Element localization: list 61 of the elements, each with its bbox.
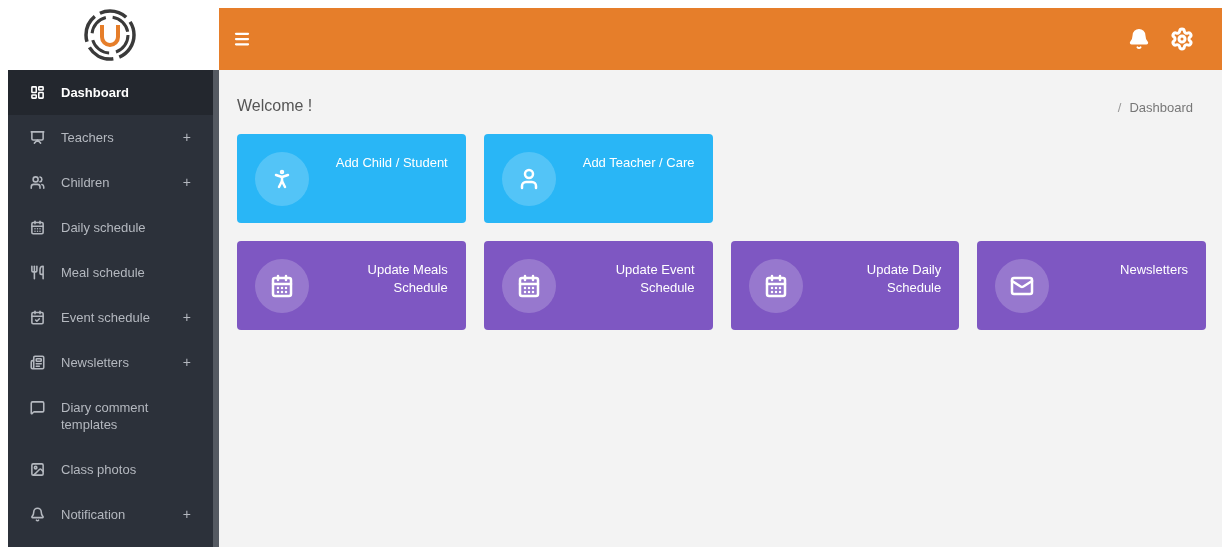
- expand-toggle[interactable]: +: [182, 129, 191, 146]
- card-title: Update Meals: [367, 261, 448, 279]
- person-icon: [501, 152, 556, 206]
- calendar-icon: [501, 259, 556, 313]
- shortcut-card[interactable]: Update Event Schedule: [483, 241, 713, 330]
- sidebar-item[interactable]: Diary comment templates: [8, 385, 213, 447]
- sidebar-item[interactable]: Daily schedule: [8, 205, 213, 250]
- card-title: Schedule: [640, 279, 695, 297]
- logo: [81, 7, 138, 63]
- people-icon: [30, 175, 45, 190]
- calendar-icon: [30, 220, 45, 235]
- sidebar-item[interactable]: Notification +: [8, 492, 213, 537]
- image-icon: [30, 462, 45, 477]
- dashboard-icon: [30, 85, 45, 100]
- sidebar-item[interactable]: Teachers +: [8, 115, 213, 160]
- calendar-icon: [748, 259, 803, 313]
- sidebar-item[interactable]: Event schedule +: [8, 295, 213, 340]
- sidebar-item-label: Class photos: [61, 461, 138, 478]
- sidebar-item-label: Meal schedule: [61, 264, 146, 281]
- sidebar-item[interactable]: Class photos: [8, 447, 213, 492]
- newspaper-icon: [30, 355, 45, 370]
- breadcrumb[interactable]: Dashboard: [1129, 98, 1193, 118]
- sidebar-item[interactable]: Dashboard: [8, 70, 213, 115]
- card-title: Schedule: [887, 279, 942, 297]
- comment-icon: [30, 400, 45, 415]
- shortcut-card[interactable]: Update Meals Schedule: [237, 241, 466, 330]
- sidebar-item-label: Children: [61, 174, 111, 191]
- card-title: Add Teacher / Care: [582, 154, 695, 172]
- sidebar-item-label: Diary comment templates: [61, 399, 150, 433]
- sidebar-item-label: Teachers: [61, 129, 115, 146]
- shortcut-card[interactable]: Newsletters: [977, 241, 1206, 330]
- breadcrumb-separator: /: [1117, 99, 1122, 118]
- sidebar-item[interactable]: Newsletters +: [8, 340, 213, 385]
- presentation-board-icon: [30, 130, 45, 145]
- card-title: Schedule: [393, 279, 448, 297]
- settings-icon[interactable]: [1170, 27, 1194, 51]
- sidebar-item-label: Event schedule: [61, 309, 151, 326]
- utensils-icon: [30, 265, 45, 280]
- card-title: Update Event: [615, 261, 695, 279]
- expand-toggle[interactable]: +: [182, 174, 191, 191]
- card-title: Add Child / Student: [335, 154, 448, 172]
- sidebar-item-label: Newsletters: [61, 354, 130, 371]
- expand-toggle[interactable]: +: [182, 354, 191, 371]
- expand-toggle[interactable]: +: [182, 309, 191, 326]
- mail-icon: [995, 259, 1050, 313]
- sidebar-item-label: Daily schedule: [61, 219, 147, 236]
- bell-icon[interactable]: [1128, 28, 1150, 50]
- page-title: Welcome !: [237, 96, 313, 116]
- sidebar-item-label: Notification: [61, 506, 127, 523]
- card-title: Update Daily: [866, 261, 942, 279]
- sidebar-item-label: Dashboard: [61, 84, 130, 101]
- sidebar-item[interactable]: Children +: [8, 160, 213, 205]
- sidebar-item[interactable]: Meal schedule: [8, 250, 213, 295]
- menu-icon[interactable]: [233, 30, 251, 48]
- card-title: Newsletters: [1120, 261, 1188, 279]
- child-icon: [255, 152, 309, 206]
- calendar-icon: [255, 259, 309, 313]
- calendar-check-icon: [30, 310, 45, 325]
- shortcut-card[interactable]: Update Daily Schedule: [730, 241, 960, 330]
- bell-icon: [30, 507, 45, 522]
- expand-toggle[interactable]: +: [182, 506, 191, 523]
